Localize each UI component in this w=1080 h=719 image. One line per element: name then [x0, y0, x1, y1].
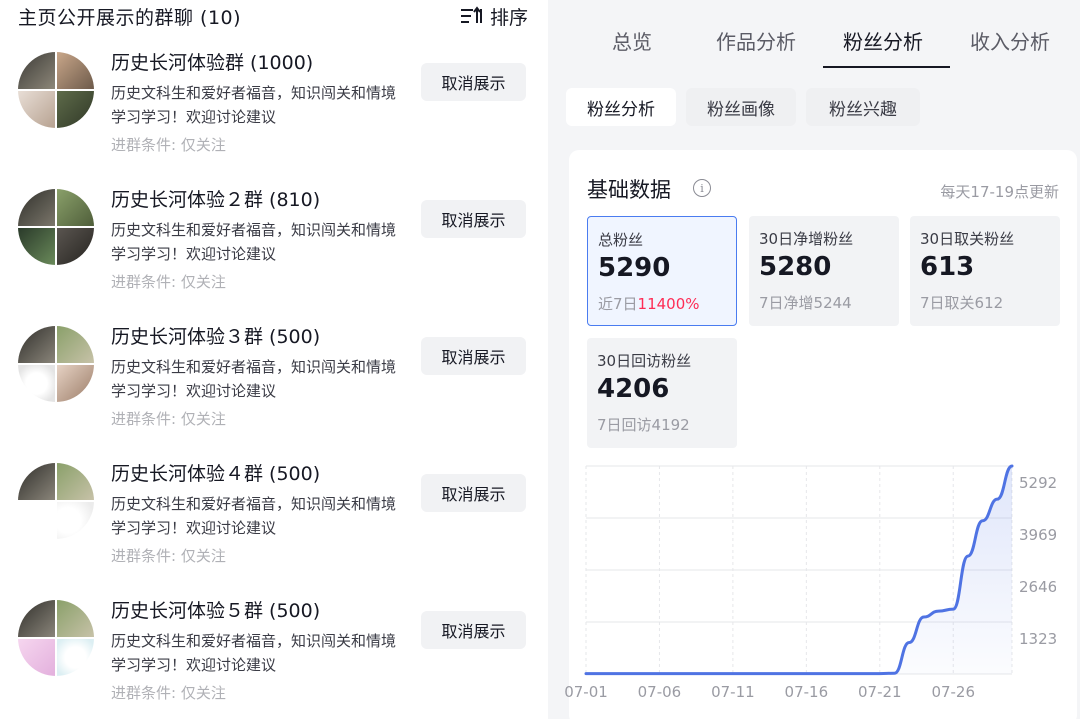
group-list-title: 主页公开展示的群聊 (10): [18, 6, 242, 29]
update-note: 每天17-19点更新: [940, 183, 1059, 201]
fans-trend-chart-svg: 5292 3969 2646 1323 07-01 07-06 07-11 07-16 07-2…: [564, 464, 1056, 701]
group-avatar: [18, 463, 94, 539]
y-tick-label: 1323: [1019, 630, 1056, 648]
y-tick-label: 5292: [1019, 474, 1056, 492]
analytics-panel: 总览 作品分析 粉丝分析 收入分析 粉丝分析 粉丝画像 粉丝兴趣 基础数据 i …: [548, 0, 1080, 719]
group-join-condition: 进群条件: 仅关注: [111, 410, 226, 428]
group-join-condition: 进群条件: 仅关注: [111, 136, 226, 154]
tab-works-analysis[interactable]: 作品分析: [716, 26, 796, 55]
group-avatar: [18, 600, 94, 676]
group-list-item[interactable]: 历史长河体验群 (1000) 历史文科生和爱好者福音，知识闯关和情境学习学习！欢…: [18, 44, 528, 164]
x-tick-label: 07-06: [638, 683, 682, 701]
stat-value: 5280: [759, 252, 832, 282]
group-join-condition: 进群条件: 仅关注: [111, 684, 226, 702]
stat-returning-fans[interactable]: 30日回访粉丝 4206 7日回访4192: [587, 338, 737, 448]
cancel-display-button[interactable]: 取消展示: [421, 200, 526, 238]
tab-fans-analysis[interactable]: 粉丝分析: [843, 26, 923, 55]
group-description: 历史文科生和爱好者福音，知识闯关和情境学习学习！欢迎讨论建议: [111, 495, 397, 537]
cancel-display-button[interactable]: 取消展示: [421, 611, 526, 649]
cancel-display-button[interactable]: 取消展示: [421, 337, 526, 375]
info-icon[interactable]: i: [693, 179, 711, 197]
tab-income-analysis[interactable]: 收入分析: [970, 26, 1050, 55]
sort-icon: [460, 6, 484, 26]
group-list-header: 主页公开展示的群聊 (10) 排序: [18, 0, 528, 32]
y-tick-label: 3969: [1019, 526, 1056, 544]
x-tick-label: 07-01: [564, 683, 608, 701]
subtab-fans-interests[interactable]: 粉丝兴趣: [806, 88, 920, 126]
group-list-item[interactable]: 历史长河体验３群 (500) 历史文科生和爱好者福音，知识闯关和情境学习学习！欢…: [18, 318, 528, 438]
sort-button[interactable]: 排序: [460, 3, 528, 30]
group-list-item[interactable]: 历史长河体验２群 (810) 历史文科生和爱好者福音，知识闯关和情境学习学习！欢…: [18, 181, 528, 301]
x-tick-label: 07-26: [931, 683, 975, 701]
stat-sub-highlight: 11400%: [637, 295, 700, 313]
subtab-fans-analysis[interactable]: 粉丝分析: [566, 88, 676, 126]
group-avatar: [18, 189, 94, 265]
stat-sub: 7日净增5244: [759, 294, 852, 312]
group-name: 历史长河体验２群 (810): [111, 189, 321, 211]
stat-value: 4206: [597, 374, 670, 404]
card-title: 基础数据: [587, 178, 671, 202]
x-tick-label: 07-11: [711, 683, 755, 701]
x-tick-label: 07-21: [858, 683, 902, 701]
fans-trend-chart[interactable]: 5292 3969 2646 1323 07-01 07-06 07-11 07-16 07-2…: [562, 462, 1056, 719]
stat-total-fans[interactable]: 总粉丝 5290 近7日11400%: [587, 216, 737, 326]
group-list-item[interactable]: 历史长河体验４群 (500) 历史文科生和爱好者福音，知识闯关和情境学习学习！欢…: [18, 455, 528, 575]
x-tick-label: 07-16: [785, 683, 829, 701]
app-root: 主页公开展示的群聊 (10) 排序 历史长河体验群 (1000) 历史文科生和爱…: [0, 0, 1080, 719]
y-tick-label: 2646: [1019, 578, 1056, 596]
group-join-condition: 进群条件: 仅关注: [111, 273, 226, 291]
stat-label: 总粉丝: [598, 231, 644, 249]
group-list-panel: 主页公开展示的群聊 (10) 排序 历史长河体验群 (1000) 历史文科生和爱…: [0, 0, 548, 719]
stat-sub-prefix: 近7日: [598, 295, 638, 313]
top-tab-bar: 总览 作品分析 粉丝分析 收入分析: [548, 0, 1080, 72]
stat-unfollowed-fans[interactable]: 30日取关粉丝 613 7日取关612: [910, 216, 1060, 326]
group-avatar: [18, 326, 94, 402]
sort-label: 排序: [489, 6, 528, 29]
stat-sub: 7日取关612: [920, 294, 1004, 312]
subtab-fans-profile[interactable]: 粉丝画像: [686, 88, 796, 126]
stat-sub: 近7日11400%: [598, 293, 700, 314]
group-description: 历史文科生和爱好者福音，知识闯关和情境学习学习！欢迎讨论建议: [111, 84, 397, 126]
group-name: 历史长河体验３群 (500): [111, 326, 321, 348]
stat-label: 30日净增粉丝: [759, 230, 854, 248]
group-list-item[interactable]: 历史长河体验５群 (500) 历史文科生和爱好者福音，知识闯关和情境学习学习！欢…: [18, 592, 528, 712]
stat-sub: 7日回访4192: [597, 416, 690, 434]
stat-label: 30日取关粉丝: [920, 230, 1015, 248]
group-avatar: [18, 52, 94, 128]
group-description: 历史文科生和爱好者福音，知识闯关和情境学习学习！欢迎讨论建议: [111, 358, 397, 400]
stat-label: 30日回访粉丝: [597, 352, 692, 370]
stat-value: 613: [920, 252, 975, 282]
cancel-display-button[interactable]: 取消展示: [421, 474, 526, 512]
stat-value: 5290: [598, 253, 671, 283]
group-name: 历史长河体验５群 (500): [111, 600, 321, 622]
active-tab-indicator: [823, 66, 950, 68]
group-name: 历史长河体验群 (1000): [111, 52, 314, 74]
group-join-condition: 进群条件: 仅关注: [111, 547, 226, 565]
cancel-display-button[interactable]: 取消展示: [421, 63, 526, 101]
group-description: 历史文科生和爱好者福音，知识闯关和情境学习学习！欢迎讨论建议: [111, 632, 397, 674]
stat-net-new-fans[interactable]: 30日净增粉丝 5280 7日净增5244: [749, 216, 899, 326]
group-name: 历史长河体验４群 (500): [111, 463, 321, 485]
group-description: 历史文科生和爱好者福音，知识闯关和情境学习学习！欢迎讨论建议: [111, 221, 397, 263]
tab-overview[interactable]: 总览: [612, 26, 652, 55]
